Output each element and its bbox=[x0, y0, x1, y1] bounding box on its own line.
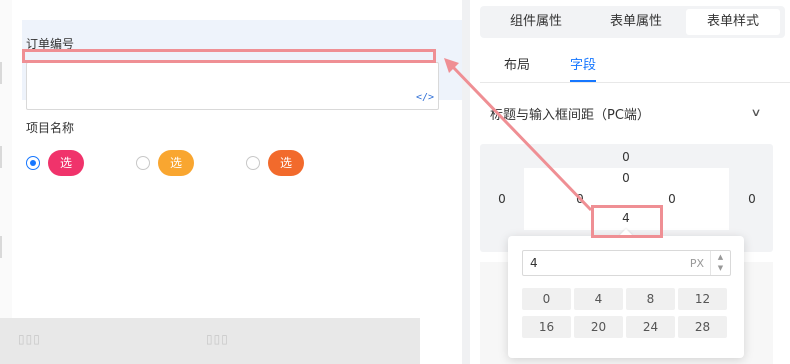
outer-left-value[interactable]: 0 bbox=[492, 192, 512, 206]
px-value-input[interactable]: 4 PX ▲ ▼ bbox=[522, 250, 731, 276]
field-label: 订单编号 bbox=[26, 37, 75, 51]
inner-bottom-value[interactable]: 4 bbox=[616, 211, 636, 225]
preset-20[interactable]: 20 bbox=[574, 316, 623, 338]
gutter-mark bbox=[0, 236, 2, 258]
tab-form-props[interactable]: 表单属性 bbox=[586, 9, 686, 35]
form-canvas: 订单编号 </> 项目名称 选项一 选项二 选项三 ▯▯▯ ▯▯▯ bbox=[0, 0, 462, 364]
outer-top-value[interactable]: 0 bbox=[616, 150, 636, 164]
gutter-mark bbox=[0, 146, 2, 168]
placeholder-glyphs: ▯▯▯ bbox=[18, 332, 41, 346]
inner-left-value[interactable]: 0 bbox=[570, 192, 590, 206]
option-pill[interactable]: 选项二 bbox=[158, 150, 195, 222]
radio-group-label: 项目名称 bbox=[26, 121, 75, 135]
gutter-mark bbox=[0, 62, 2, 84]
tab-divider bbox=[480, 82, 790, 83]
code-icon[interactable]: </> bbox=[416, 92, 434, 103]
tab-form-style[interactable]: 表单样式 bbox=[686, 9, 780, 35]
inner-top-value[interactable]: 0 bbox=[616, 171, 636, 185]
px-value[interactable]: 4 bbox=[530, 256, 538, 270]
radio-button[interactable] bbox=[246, 156, 260, 170]
tab-component-props[interactable]: 组件属性 bbox=[486, 9, 586, 35]
placeholder-glyphs: ▯▯▯ bbox=[206, 332, 229, 346]
preset-28[interactable]: 28 bbox=[678, 316, 727, 338]
unit-label: PX bbox=[689, 257, 704, 270]
stepper-icon[interactable]: ▲ ▼ bbox=[710, 251, 730, 275]
option-pill[interactable]: 选项一 bbox=[48, 150, 85, 222]
order-number-input[interactable]: </> bbox=[26, 62, 439, 110]
preset-12[interactable]: 12 bbox=[678, 288, 727, 310]
preset-24[interactable]: 24 bbox=[626, 316, 675, 338]
inner-right-value[interactable]: 0 bbox=[662, 192, 682, 206]
option-pill[interactable]: 选项三 bbox=[268, 150, 305, 222]
radio-button[interactable] bbox=[26, 156, 40, 170]
chevron-down-icon[interactable]: ∨ bbox=[750, 106, 761, 119]
top-tab-bar: 组件属性 表单属性 表单样式 bbox=[480, 6, 785, 38]
radio-button[interactable] bbox=[136, 156, 150, 170]
outer-right-value[interactable]: 0 bbox=[742, 192, 762, 206]
order-number-field[interactable]: 订单编号 </> bbox=[22, 20, 462, 110]
preset-0[interactable]: 0 bbox=[522, 288, 571, 310]
preset-4[interactable]: 4 bbox=[574, 288, 623, 310]
section-title: 标题与输入框间距（PC端） bbox=[490, 108, 650, 123]
subtab-layout[interactable]: 布局 bbox=[504, 54, 530, 73]
preset-16[interactable]: 16 bbox=[522, 316, 571, 338]
spacing-popover: 4 PX ▲ ▼ 0 4 8 12 16 20 24 28 bbox=[508, 228, 744, 358]
canvas-gutter bbox=[0, 0, 12, 364]
preset-8[interactable]: 8 bbox=[626, 288, 675, 310]
subtab-field[interactable]: 字段 bbox=[570, 54, 596, 73]
